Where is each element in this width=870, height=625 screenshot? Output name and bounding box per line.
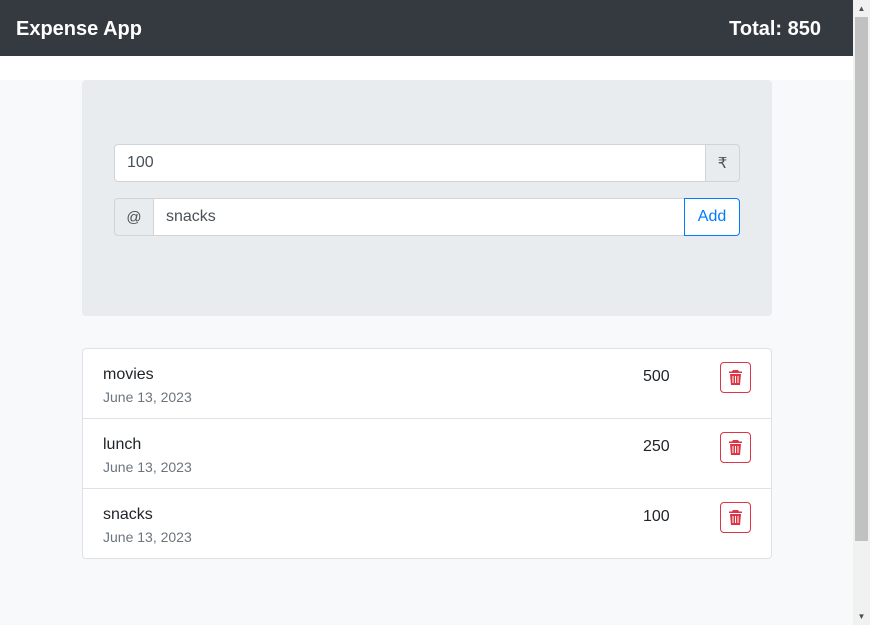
expense-name: snacks <box>103 506 153 523</box>
trash-icon <box>729 370 742 385</box>
amount-input[interactable] <box>114 144 706 182</box>
expense-amount: 500 <box>643 368 670 385</box>
expense-amount: 250 <box>643 438 670 455</box>
expense-date: June 13, 2023 <box>103 459 192 475</box>
list-item: movies June 13, 2023 500 <box>83 349 771 419</box>
trash-icon <box>729 510 742 525</box>
header-spacer <box>0 56 853 80</box>
name-input-group: @ Add <box>114 198 740 236</box>
add-button[interactable]: Add <box>684 198 740 236</box>
list-item: lunch June 13, 2023 250 <box>83 419 771 489</box>
expense-date: June 13, 2023 <box>103 529 192 545</box>
at-icon: @ <box>114 198 154 236</box>
expense-amount: 100 <box>643 508 670 525</box>
app-title: Expense App <box>16 18 142 40</box>
scroll-up-icon[interactable]: ▲ <box>853 0 870 17</box>
expense-date: June 13, 2023 <box>103 389 192 405</box>
delete-button[interactable] <box>720 502 751 533</box>
rupee-icon: ₹ <box>706 144 740 182</box>
amount-input-group: ₹ <box>114 144 740 182</box>
delete-button[interactable] <box>720 362 751 393</box>
expense-name: lunch <box>103 436 142 453</box>
scroll-down-icon[interactable]: ▼ <box>853 608 870 625</box>
expense-name: movies <box>103 366 154 383</box>
total-amount: Total: 850 <box>729 18 821 40</box>
navbar: Expense App Total: 850 <box>0 0 853 56</box>
delete-button[interactable] <box>720 432 751 463</box>
scrollbar-thumb[interactable] <box>855 17 868 541</box>
expense-name-input[interactable] <box>154 198 684 236</box>
trash-icon <box>729 440 742 455</box>
expense-list: movies June 13, 2023 500 lunch June 13, … <box>82 348 772 559</box>
expense-form: ₹ @ Add <box>82 80 772 316</box>
list-item: snacks June 13, 2023 100 <box>83 489 771 558</box>
vertical-scrollbar[interactable]: ▲ ▼ <box>853 0 870 625</box>
